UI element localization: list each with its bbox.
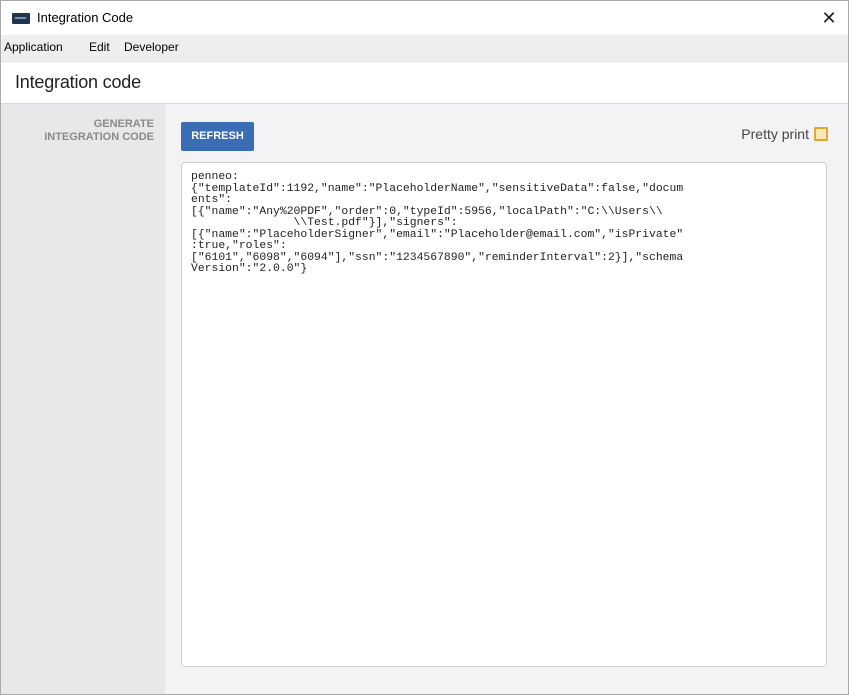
close-icon[interactable]: ✕	[816, 5, 842, 31]
window-title: Integration Code	[37, 10, 134, 25]
pretty-print-toggle[interactable]: Pretty print	[741, 126, 828, 142]
menu-bar: Application Edit Developer	[1, 35, 848, 62]
sidebar: GENERATE INTEGRATION CODE	[1, 104, 165, 694]
page-title: Integration code	[15, 72, 141, 92]
sidebar-section-label: GENERATE INTEGRATION CODE	[44, 118, 154, 143]
app-window: Integration Code ✕ Application Edit Deve…	[0, 0, 849, 695]
title-bar: Integration Code ✕	[1, 1, 848, 35]
checkbox-icon[interactable]	[814, 127, 828, 141]
app-icon	[12, 13, 30, 24]
pretty-print-label: Pretty print	[741, 126, 809, 142]
integration-code-text: penneo: {"templateId":1192,"name":"Place…	[191, 171, 684, 275]
menu-developer[interactable]: Developer	[124, 40, 179, 54]
menu-edit[interactable]: Edit	[89, 40, 110, 54]
menu-application[interactable]: Application	[4, 40, 63, 54]
refresh-button[interactable]: REFRESH	[181, 122, 254, 151]
page-header: Integration code	[1, 62, 848, 104]
main-content: REFRESH Pretty print penneo: {"templateI…	[165, 104, 848, 694]
integration-code-textarea[interactable]: penneo: {"templateId":1192,"name":"Place…	[181, 162, 827, 667]
